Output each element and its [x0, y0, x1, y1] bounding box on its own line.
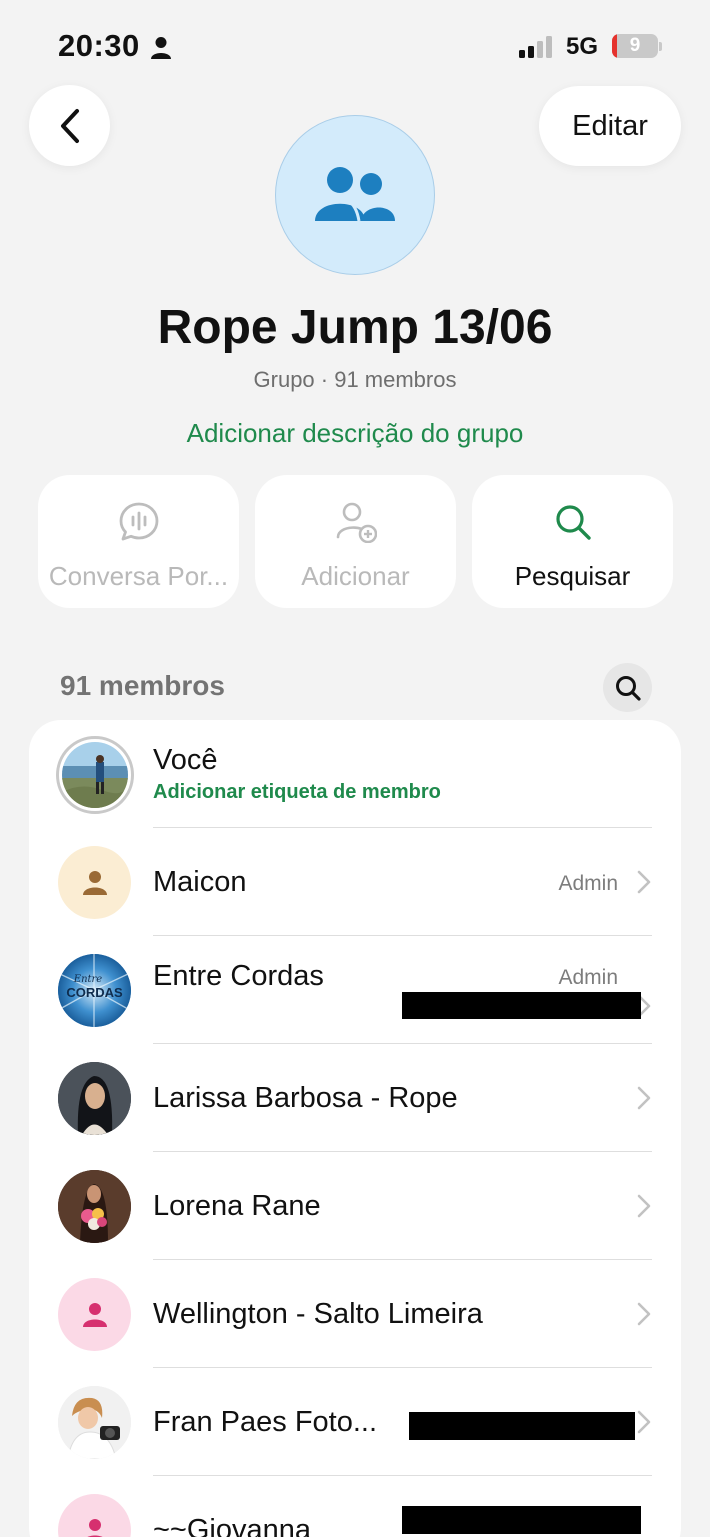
- add-member-label: Adicionar: [301, 561, 410, 591]
- chevron-right-icon: [637, 1086, 651, 1110]
- status-bar: 20:30 5G 9: [0, 0, 710, 90]
- member-name: Wellington - Salto Limeira: [153, 1298, 483, 1330]
- search-button[interactable]: Pesquisar: [472, 475, 673, 608]
- list-item[interactable]: Larissa Barbosa - Rope: [29, 1044, 681, 1152]
- chevron-right-icon: [637, 1194, 651, 1218]
- edit-button[interactable]: Editar: [539, 86, 681, 166]
- member-name: ~~Giovanna: [153, 1514, 312, 1537]
- chevron-right-icon: [637, 1410, 651, 1434]
- battery-icon: 9: [612, 34, 658, 58]
- member-name: Você: [153, 744, 218, 776]
- group-title: Rope Jump 13/06: [157, 301, 553, 354]
- battery-tip: [659, 42, 662, 51]
- default-avatar-icon: [82, 870, 107, 895]
- avatar: [58, 1494, 131, 1537]
- member-name: Lorena Rane: [153, 1190, 321, 1222]
- add-member-tag-link[interactable]: Adicionar etiqueta de membro: [153, 781, 441, 804]
- member-name: Fran Paes Foto...: [153, 1406, 378, 1438]
- search-icon: [615, 675, 641, 701]
- cellular-signal-icon: [519, 36, 552, 58]
- admin-badge: Admin: [558, 966, 618, 989]
- default-avatar-icon: [82, 1302, 107, 1327]
- list-item[interactable]: Fran Paes Foto...: [29, 1368, 681, 1476]
- svg-text:Entre: Entre: [73, 974, 103, 985]
- list-item[interactable]: Lorena Rane: [29, 1152, 681, 1260]
- redaction-bar: [409, 1412, 635, 1440]
- list-item[interactable]: ~~Giovanna: [29, 1476, 681, 1537]
- list-item[interactable]: CORDAS Entre Entre Cordas Admin: [29, 936, 681, 1044]
- chevron-left-icon: [60, 108, 79, 143]
- status-time: 20:30: [58, 28, 140, 63]
- avatar: [56, 736, 134, 814]
- redaction-bar: [402, 992, 641, 1019]
- list-item[interactable]: Maicon Admin: [29, 828, 681, 936]
- member-name: Maicon: [153, 866, 247, 898]
- svg-text:CORDAS: CORDAS: [66, 985, 123, 1000]
- group-subtitle: Grupo · 91 membros: [253, 367, 457, 392]
- search-icon: [555, 505, 591, 540]
- network-type: 5G: [566, 33, 599, 60]
- members-search-button[interactable]: [603, 663, 652, 712]
- add-description-link[interactable]: Adicionar descrição do grupo: [0, 418, 710, 449]
- default-avatar-icon: [86, 1518, 103, 1537]
- voice-chat-button[interactable]: Conversa Por...: [38, 475, 239, 608]
- group-avatar[interactable]: [275, 115, 435, 275]
- avatar: [58, 1170, 131, 1243]
- avatar: [58, 1062, 131, 1135]
- add-person-icon: [336, 502, 377, 543]
- search-label: Pesquisar: [514, 561, 631, 591]
- chevron-right-icon: [637, 1302, 651, 1326]
- group-people-icon: [315, 167, 395, 222]
- avatar: [58, 1278, 131, 1351]
- person-icon: [151, 37, 171, 59]
- avatar: CORDAS Entre: [58, 954, 131, 1027]
- back-button[interactable]: [29, 85, 110, 166]
- add-member-button[interactable]: Adicionar: [255, 475, 456, 608]
- list-item[interactable]: Você Adicionar etiqueta de membro: [29, 720, 681, 828]
- avatar: [58, 846, 131, 919]
- voice-chat-label: Conversa Por...: [48, 561, 229, 591]
- redaction-bar: [402, 1506, 641, 1534]
- members-count: 91 membros: [60, 670, 225, 701]
- admin-badge: Admin: [558, 872, 618, 895]
- chevron-right-icon: [637, 870, 651, 894]
- voice-chat-icon: [119, 502, 158, 541]
- avatar: [58, 1386, 131, 1459]
- members-list: Você Adicionar etiqueta de membro Maicon…: [29, 720, 681, 1537]
- list-item[interactable]: Wellington - Salto Limeira: [29, 1260, 681, 1368]
- battery-level: 9: [629, 35, 641, 56]
- member-name: Larissa Barbosa - Rope: [153, 1082, 458, 1114]
- member-name: Entre Cordas: [153, 960, 324, 992]
